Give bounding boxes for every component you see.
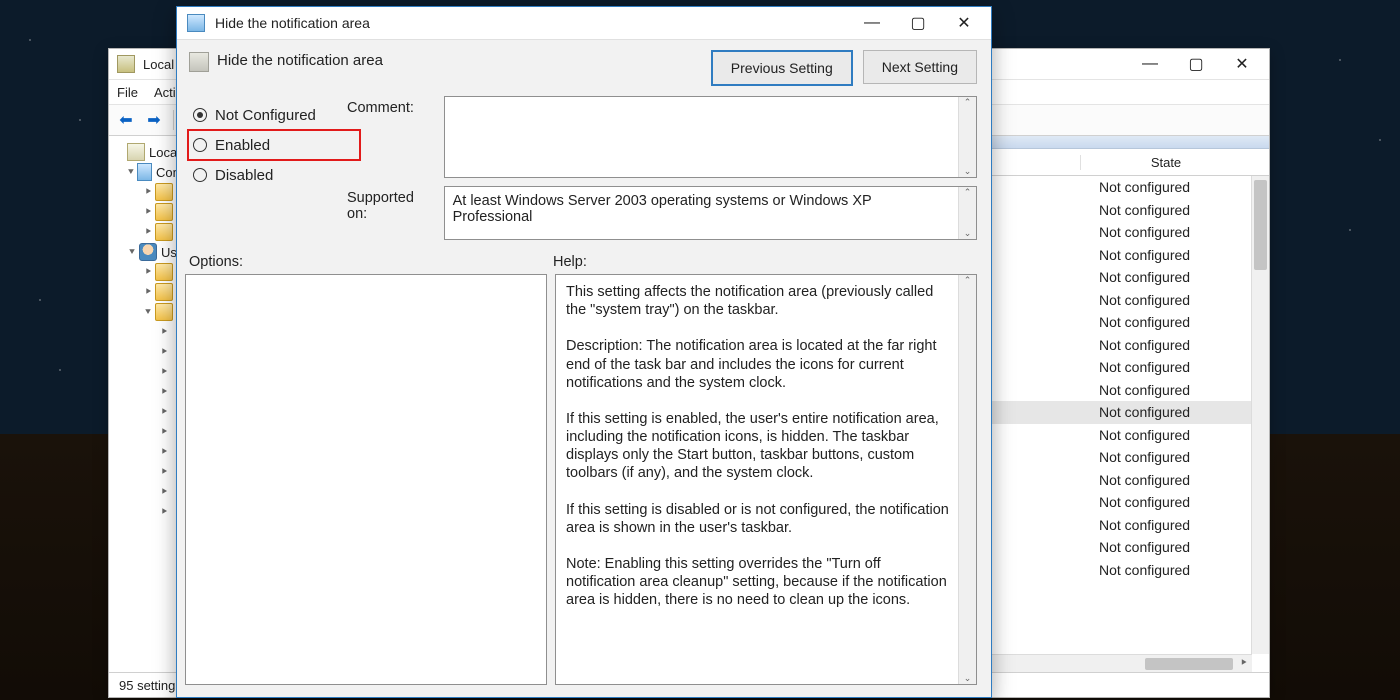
comment-textarea[interactable]: ⌃⌄ xyxy=(444,96,977,178)
scroll-right-icon[interactable]: ⯈ xyxy=(1235,658,1252,669)
gp-app-icon xyxy=(117,55,135,73)
radio-not-configured[interactable]: Not Configured xyxy=(189,100,329,130)
cell-state: Not configured xyxy=(1079,427,1269,443)
scroll-down-icon: ⌄ xyxy=(964,673,972,684)
cell-state: Not configured xyxy=(1079,269,1269,285)
cell-state: Not configured xyxy=(1079,517,1269,533)
cell-state: Not configured xyxy=(1079,494,1269,510)
scroll-up-icon: ⌃ xyxy=(964,97,972,108)
scrollbar-thumb[interactable] xyxy=(1254,180,1267,270)
help-text: This setting affects the notification ar… xyxy=(556,275,976,617)
previous-setting-button[interactable]: Previous Setting xyxy=(711,50,853,86)
dlg-app-icon xyxy=(187,14,205,32)
policy-icon xyxy=(189,52,209,72)
next-setting-button[interactable]: Next Setting xyxy=(863,50,977,84)
minimize-button[interactable]: — xyxy=(1127,50,1173,78)
menu-file[interactable]: File xyxy=(117,85,138,100)
radio-icon xyxy=(193,168,207,182)
comment-label: Comment: xyxy=(347,96,432,178)
scroll-up-icon: ⌃ xyxy=(964,187,972,198)
supported-label: Supported on: xyxy=(347,186,432,240)
radio-icon xyxy=(193,138,207,152)
column-state[interactable]: State xyxy=(1080,155,1251,170)
dlg-maximize-button[interactable]: ▢ xyxy=(895,9,941,37)
help-label: Help: xyxy=(553,254,973,270)
cell-state: Not configured xyxy=(1079,337,1269,353)
cell-state: Not configured xyxy=(1079,382,1269,398)
help-pane[interactable]: This setting affects the notification ar… xyxy=(555,274,977,685)
state-radio-group: Not Configured Enabled Disabled xyxy=(189,96,329,190)
policy-setting-dialog: Hide the notification area — ▢ ✕ Hide th… xyxy=(176,6,992,698)
dlg-minimize-button[interactable]: — xyxy=(849,9,895,37)
options-label: Options: xyxy=(189,254,553,270)
help-scrollbar[interactable]: ⌃⌄ xyxy=(958,275,976,684)
cell-state: Not configured xyxy=(1079,179,1269,195)
close-button[interactable]: ✕ xyxy=(1219,50,1265,78)
cell-state: Not configured xyxy=(1079,472,1269,488)
radio-label: Not Configured xyxy=(215,107,316,124)
dlg-title: Hide the notification area xyxy=(215,15,849,31)
scroll-down-icon: ⌄ xyxy=(964,166,972,177)
cell-state: Not configured xyxy=(1079,562,1269,578)
radio-enabled[interactable]: Enabled xyxy=(189,130,329,160)
highlight-enabled xyxy=(187,129,361,161)
dlg-close-button[interactable]: ✕ xyxy=(941,9,987,37)
radio-disabled[interactable]: Disabled xyxy=(189,160,329,190)
cell-state: Not configured xyxy=(1079,292,1269,308)
cell-state: Not configured xyxy=(1079,404,1269,420)
supported-on-textarea: At least Windows Server 2003 operating s… xyxy=(444,186,977,240)
dlg-titlebar[interactable]: Hide the notification area — ▢ ✕ xyxy=(177,7,991,40)
scroll-up-icon: ⌃ xyxy=(964,275,972,286)
radio-label: Enabled xyxy=(215,137,270,154)
toolbar-separator xyxy=(173,110,174,130)
options-pane[interactable] xyxy=(185,274,547,685)
cell-state: Not configured xyxy=(1079,224,1269,240)
cell-state: Not configured xyxy=(1079,359,1269,375)
supported-on-text: At least Windows Server 2003 operating s… xyxy=(445,187,976,231)
radio-icon xyxy=(193,108,207,122)
textarea-scrollbar[interactable]: ⌃⌄ xyxy=(958,97,976,177)
cell-state: Not configured xyxy=(1079,247,1269,263)
vertical-scrollbar[interactable] xyxy=(1251,176,1269,654)
scrollbar-thumb[interactable] xyxy=(1145,658,1233,670)
radio-label: Disabled xyxy=(215,167,273,184)
scroll-down-icon: ⌄ xyxy=(964,228,972,239)
cell-state: Not configured xyxy=(1079,449,1269,465)
textarea-scrollbar[interactable]: ⌃⌄ xyxy=(958,187,976,239)
back-icon[interactable]: ⬅ xyxy=(115,109,137,131)
policy-heading: Hide the notification area xyxy=(217,50,701,69)
cell-state: Not configured xyxy=(1079,539,1269,555)
cell-state: Not configured xyxy=(1079,314,1269,330)
forward-icon[interactable]: ➡ xyxy=(143,109,165,131)
cell-state: Not configured xyxy=(1079,202,1269,218)
maximize-button[interactable]: ▢ xyxy=(1173,50,1219,78)
